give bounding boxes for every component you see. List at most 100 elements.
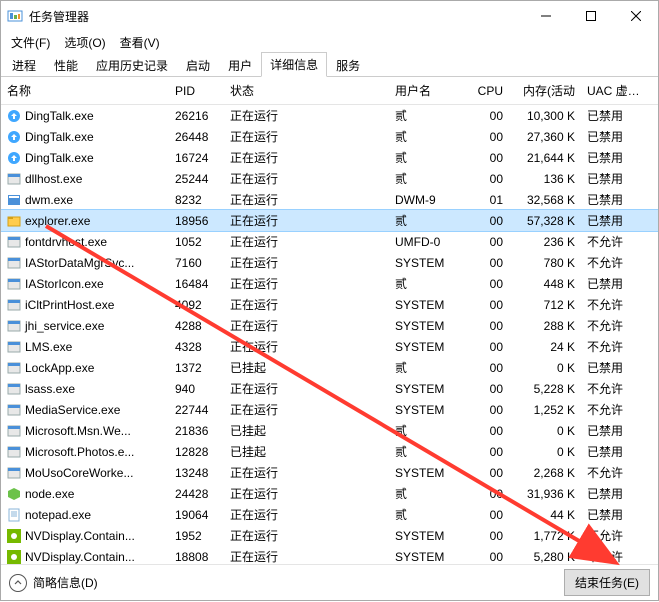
header-user[interactable]: 用户名: [389, 82, 469, 99]
menu-view[interactable]: 查看(V): [114, 32, 166, 53]
process-uac: 不允许: [581, 296, 649, 313]
process-pid: 26216: [169, 109, 224, 123]
header-memory[interactable]: 内存(活动: [509, 82, 581, 99]
tab-history[interactable]: 应用历史记录: [87, 53, 177, 77]
process-uac: 已禁用: [581, 422, 649, 439]
close-button[interactable]: [613, 1, 658, 31]
brief-info-toggle[interactable]: 简略信息(D): [9, 574, 98, 592]
process-uac: 不允许: [581, 317, 649, 334]
process-status: 正在运行: [224, 170, 389, 187]
header-name[interactable]: 名称: [1, 82, 169, 99]
process-icon: [7, 508, 21, 522]
process-memory: 10,300 K: [509, 109, 581, 123]
tab-users[interactable]: 用户: [219, 53, 261, 77]
process-cpu: 00: [469, 466, 509, 480]
table-row[interactable]: notepad.exe19064正在运行贰0044 K已禁用: [1, 504, 658, 525]
minimize-button[interactable]: [523, 1, 568, 31]
process-pid: 24428: [169, 487, 224, 501]
process-pid: 25244: [169, 172, 224, 186]
process-icon: [7, 277, 21, 291]
table-row[interactable]: Microsoft.Msn.We...21836已挂起贰000 K已禁用: [1, 420, 658, 441]
table-row[interactable]: iCltPrintHost.exe4092正在运行SYSTEM00712 K不允…: [1, 294, 658, 315]
process-user: 贰: [389, 212, 469, 229]
table-row[interactable]: dllhost.exe25244正在运行贰00136 K已禁用: [1, 168, 658, 189]
process-cpu: 00: [469, 235, 509, 249]
process-uac: 已禁用: [581, 275, 649, 292]
process-name: jhi_service.exe: [25, 319, 104, 333]
tab-services[interactable]: 服务: [327, 53, 369, 77]
process-pid: 4288: [169, 319, 224, 333]
process-memory: 288 K: [509, 319, 581, 333]
table-row[interactable]: LMS.exe4328正在运行SYSTEM0024 K不允许: [1, 336, 658, 357]
table-row[interactable]: fontdrvhost.exe1052正在运行UMFD-000236 K不允许: [1, 231, 658, 252]
end-task-button[interactable]: 结束任务(E): [564, 569, 650, 596]
process-name: notepad.exe: [25, 508, 91, 522]
process-icon: [7, 298, 21, 312]
chevron-up-icon: [9, 574, 27, 592]
table-row[interactable]: DingTalk.exe26448正在运行贰0027,360 K已禁用: [1, 126, 658, 147]
process-status: 正在运行: [224, 527, 389, 544]
process-user: SYSTEM: [389, 256, 469, 270]
process-user: SYSTEM: [389, 340, 469, 354]
process-pid: 940: [169, 382, 224, 396]
table-row[interactable]: NVDisplay.Contain...1952正在运行SYSTEM001,77…: [1, 525, 658, 546]
header-pid[interactable]: PID: [169, 84, 224, 98]
menu-options[interactable]: 选项(O): [58, 32, 111, 53]
table-row[interactable]: IAStorIcon.exe16484正在运行贰00448 K已禁用: [1, 273, 658, 294]
process-uac: 不允许: [581, 338, 649, 355]
process-name: MediaService.exe: [25, 403, 120, 417]
process-memory: 2,268 K: [509, 466, 581, 480]
process-cpu: 00: [469, 109, 509, 123]
tab-processes[interactable]: 进程: [3, 53, 45, 77]
process-status: 正在运行: [224, 107, 389, 124]
table-row[interactable]: dwm.exe8232正在运行DWM-90132,568 K已禁用: [1, 189, 658, 210]
table-row[interactable]: MoUsoCoreWorke...13248正在运行SYSTEM002,268 …: [1, 462, 658, 483]
process-uac: 已禁用: [581, 128, 649, 145]
table-row[interactable]: explorer.exe18956正在运行贰0057,328 K已禁用: [1, 210, 658, 231]
tab-performance[interactable]: 性能: [45, 53, 87, 77]
process-list[interactable]: DingTalk.exe26216正在运行贰0010,300 K已禁用DingT…: [1, 105, 658, 564]
header-cpu[interactable]: CPU: [469, 84, 509, 98]
process-icon: [7, 382, 21, 396]
process-uac: 不允许: [581, 401, 649, 418]
table-row[interactable]: NVDisplay.Contain...18808正在运行SYSTEM005,2…: [1, 546, 658, 564]
process-pid: 12828: [169, 445, 224, 459]
process-icon: [7, 529, 21, 543]
process-pid: 1952: [169, 529, 224, 543]
process-uac: 已禁用: [581, 506, 649, 523]
process-name: Microsoft.Msn.We...: [25, 424, 131, 438]
table-row[interactable]: DingTalk.exe16724正在运行贰0021,644 K已禁用: [1, 147, 658, 168]
process-status: 正在运行: [224, 296, 389, 313]
tab-details[interactable]: 详细信息: [261, 52, 327, 77]
process-cpu: 00: [469, 382, 509, 396]
header-uac[interactable]: UAC 虚拟化: [581, 82, 649, 99]
process-icon: [7, 424, 21, 438]
process-status: 正在运行: [224, 275, 389, 292]
process-uac: 已禁用: [581, 170, 649, 187]
table-row[interactable]: DingTalk.exe26216正在运行贰0010,300 K已禁用: [1, 105, 658, 126]
table-row[interactable]: jhi_service.exe4288正在运行SYSTEM00288 K不允许: [1, 315, 658, 336]
process-cpu: 00: [469, 340, 509, 354]
maximize-button[interactable]: [568, 1, 613, 31]
tab-startup[interactable]: 启动: [177, 53, 219, 77]
process-memory: 24 K: [509, 340, 581, 354]
process-icon: [7, 319, 21, 333]
table-row[interactable]: IAStorDataMgrSvc...7160正在运行SYSTEM00780 K…: [1, 252, 658, 273]
table-row[interactable]: LockApp.exe1372已挂起贰000 K已禁用: [1, 357, 658, 378]
process-status: 正在运行: [224, 191, 389, 208]
brief-info-label: 简略信息(D): [33, 574, 98, 591]
header-status[interactable]: 状态: [224, 82, 389, 99]
table-row[interactable]: Microsoft.Photos.e...12828已挂起贰000 K已禁用: [1, 441, 658, 462]
window-title: 任务管理器: [29, 8, 523, 25]
table-row[interactable]: lsass.exe940正在运行SYSTEM005,228 K不允许: [1, 378, 658, 399]
process-cpu: 00: [469, 424, 509, 438]
menu-file[interactable]: 文件(F): [5, 32, 56, 53]
process-uac: 不允许: [581, 233, 649, 250]
process-pid: 1052: [169, 235, 224, 249]
table-row[interactable]: MediaService.exe22744正在运行SYSTEM001,252 K…: [1, 399, 658, 420]
process-uac: 已禁用: [581, 191, 649, 208]
table-row[interactable]: node.exe24428正在运行贰0031,936 K已禁用: [1, 483, 658, 504]
process-icon: [7, 445, 21, 459]
process-name: LMS.exe: [25, 340, 72, 354]
process-status: 正在运行: [224, 317, 389, 334]
